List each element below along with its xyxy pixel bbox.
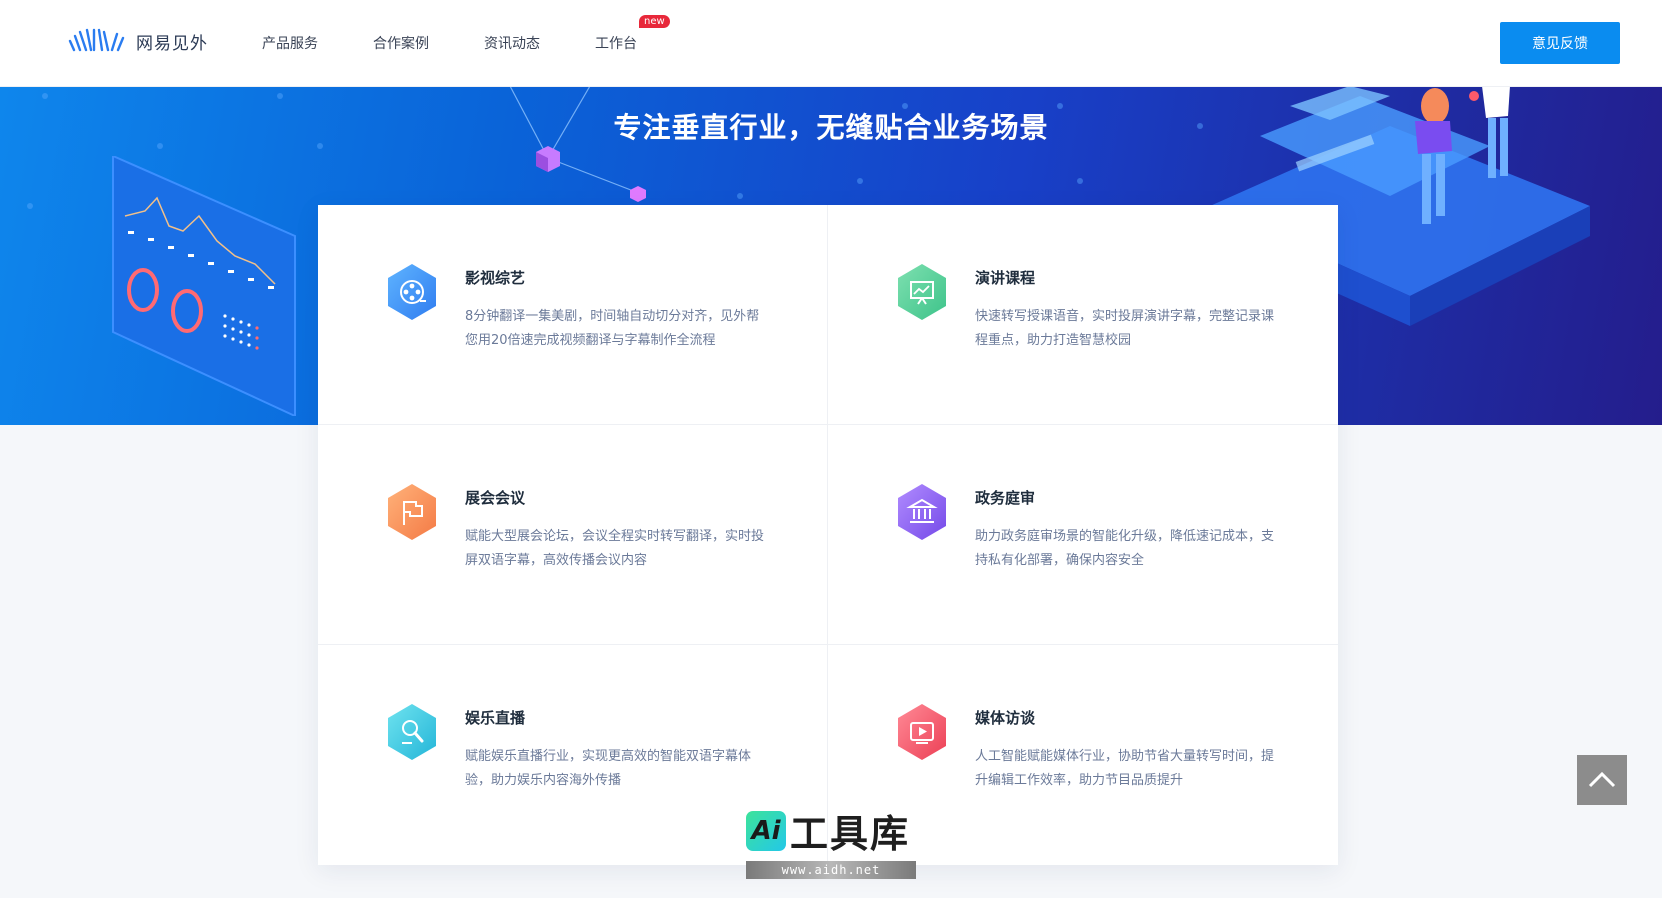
card-title: 展会会议 <box>465 489 526 507</box>
chevron-up-icon <box>1588 771 1616 788</box>
main-nav: 产品服务 合作案例 资讯动态 工作台 new <box>262 0 692 86</box>
card-description: 赋能娱乐直播行业，实现更高效的智能双语字幕体验，助力娱乐内容海外传播 <box>465 749 752 788</box>
feedback-button[interactable]: 意见反馈 <box>1500 22 1620 64</box>
card-description: 赋能大型展会论坛，会议全程实时转写翻译，实时投屏双语字幕，高效传播会议内容 <box>465 529 765 568</box>
card-description: 助力政务庭审场景的智能化升级，降低速记成本，支持私有化部署，确保内容安全 <box>975 529 1275 568</box>
watermark: Ai 工具库 www.aidh.net <box>746 803 916 879</box>
presentation-board-icon <box>898 264 946 320</box>
nav-item-products[interactable]: 产品服务 <box>262 33 318 53</box>
card-description: 快速转写授课语音，实时投屏演讲字幕，完整记录课程重点，助力打造智慧校园 <box>975 309 1275 348</box>
video-play-icon <box>898 704 946 760</box>
industry-card-exhibition[interactable]: 展会会议 赋能大型展会论坛，会议全程实时转写翻译，实时投屏双语字幕，高效传播会议… <box>318 425 828 645</box>
banner-title: 专注垂直行业，无缝贴合业务场景 <box>613 111 1049 144</box>
nav-item-cases[interactable]: 合作案例 <box>373 33 429 53</box>
flag-icon <box>388 484 436 540</box>
top-navigation-bar: 网易见外 产品服务 合作案例 资讯动态 工作台 new 意见反馈 <box>0 0 1662 86</box>
film-reel-icon <box>388 264 436 320</box>
card-description: 人工智能赋能媒体行业，协助节省大量转写时间，提升编辑工作效率，助力节目品质提升 <box>975 749 1275 788</box>
card-title: 影视综艺 <box>465 269 526 287</box>
industry-card-lecture[interactable]: 演讲课程 快速转写授课语音，实时投屏演讲字幕，完整记录课程重点，助力打造智慧校园 <box>828 205 1338 425</box>
nav-item-workbench[interactable]: 工作台 new <box>595 15 670 53</box>
industry-cards-grid: 影视综艺 8分钟翻译一集美剧，时间轴自动切分对齐，见外帮您用20倍速完成视频翻译… <box>318 205 1338 865</box>
card-title: 演讲课程 <box>975 269 1036 287</box>
nav-item-workbench-label: 工作台 <box>595 36 637 52</box>
new-badge: new <box>639 15 670 28</box>
nav-item-news[interactable]: 资讯动态 <box>484 33 540 53</box>
card-title: 媒体访谈 <box>975 709 1036 727</box>
logo[interactable]: 网易见外 <box>68 28 208 54</box>
card-title: 政务庭审 <box>975 489 1036 507</box>
industry-card-government[interactable]: 政务庭审 助力政务庭审场景的智能化升级，降低速记成本，支持私有化部署，确保内容安… <box>828 425 1338 645</box>
watermark-text: 工具库 <box>790 812 911 856</box>
industry-card-film[interactable]: 影视综艺 8分钟翻译一集美剧，时间轴自动切分对齐，见外帮您用20倍速完成视频翻译… <box>318 205 828 425</box>
courthouse-icon <box>898 484 946 540</box>
back-to-top-button[interactable] <box>1577 755 1627 805</box>
microphone-icon <box>388 704 436 760</box>
card-description: 8分钟翻译一集美剧，时间轴自动切分对齐，见外帮您用20倍速完成视频翻译与字幕制作… <box>465 309 760 348</box>
watermark-url: www.aidh.net <box>746 861 916 879</box>
dashboard-illustration <box>112 156 296 416</box>
logo-waveform-icon <box>68 28 125 52</box>
logo-text: 网易见外 <box>136 33 208 54</box>
watermark-ai-badge: Ai <box>746 810 786 851</box>
card-title: 娱乐直播 <box>465 709 526 727</box>
